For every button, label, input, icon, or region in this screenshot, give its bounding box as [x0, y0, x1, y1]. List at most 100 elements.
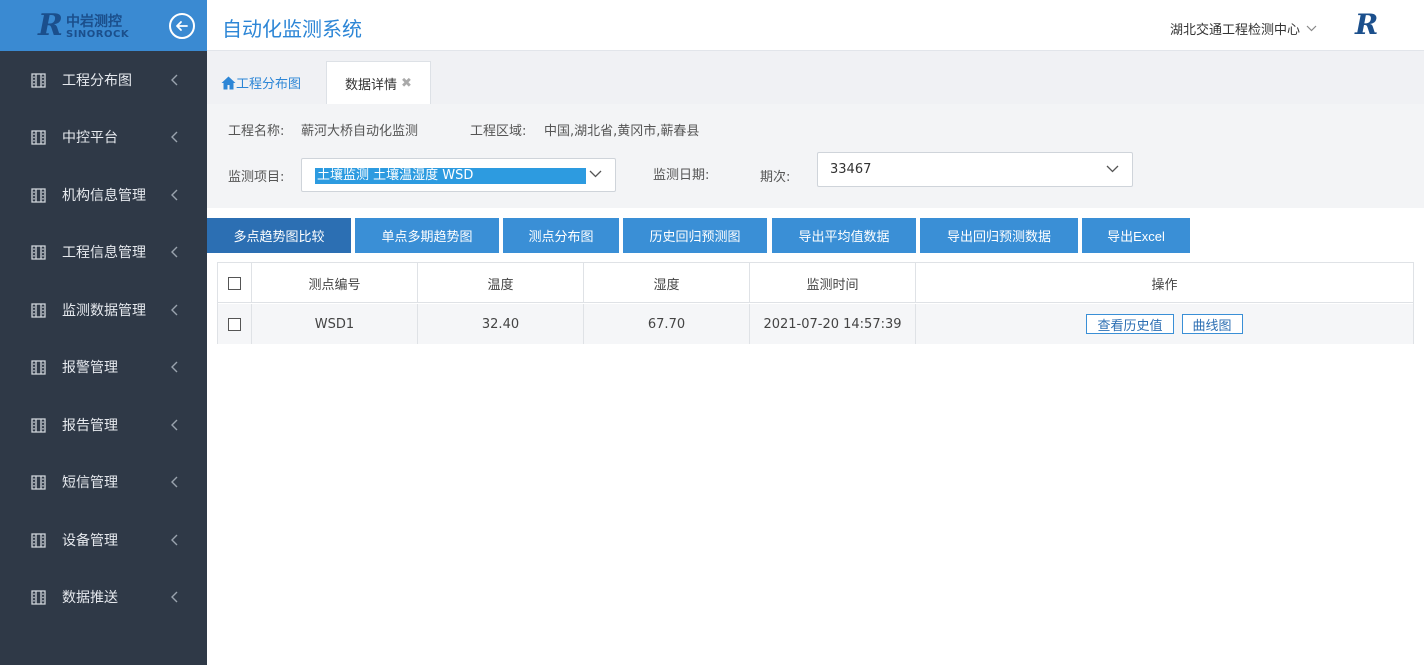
single-point-trend-button[interactable]: 单点多期趋势图 — [355, 218, 499, 253]
arrow-left-icon — [176, 21, 188, 31]
grid-icon — [31, 245, 46, 260]
chevron-down-icon — [1106, 165, 1119, 172]
tab-label: 工程分布图 — [236, 77, 302, 92]
home-icon — [221, 76, 236, 89]
chevron-left-icon — [171, 131, 178, 143]
chevron-left-icon — [171, 476, 178, 488]
sidebar-item-sms[interactable]: 短信管理 — [0, 454, 207, 512]
history-regression-button[interactable]: 历史回归预测图 — [623, 218, 767, 253]
grid-icon — [31, 188, 46, 203]
sidebar-item-label: 报告管理 — [62, 417, 118, 434]
chevron-left-icon — [171, 361, 178, 373]
select-all-checkbox[interactable] — [228, 276, 241, 290]
app-title: 自动化监测系统 — [222, 17, 362, 41]
period-select[interactable]: 33467 — [817, 152, 1133, 187]
sidebar-item-control-platform[interactable]: 中控平台 — [0, 109, 207, 167]
cell-humidity: 67.70 — [584, 304, 750, 344]
sidebar: R 中岩测控 SINOROCK 工程分布图 中控平台 机构信息管理 工程信息管理… — [0, 0, 207, 665]
org-dropdown[interactable]: 湖北交通工程检测中心 — [1170, 19, 1317, 38]
chevron-left-icon — [171, 304, 178, 316]
export-regression-button[interactable]: 导出回归预测数据 — [920, 218, 1078, 253]
sidebar-item-label: 报警管理 — [62, 360, 118, 377]
project-area-value: 中国,湖北省,黄冈市,蕲春县 — [544, 124, 700, 139]
export-average-button[interactable]: 导出平均值数据 — [772, 218, 916, 253]
grid-icon — [31, 73, 46, 88]
data-table: 测点编号 温度 湿度 监测时间 操作 WSD1 32.40 67.70 2021… — [217, 262, 1414, 344]
brand-logo: R 中岩测控 SINOROCK — [38, 8, 129, 43]
project-area-label: 工程区域: — [470, 124, 527, 139]
tab-bar: 工程分布图 数据详情 ✖ — [207, 51, 1424, 104]
chevron-down-icon — [1306, 25, 1317, 32]
tab-data-detail[interactable]: 数据详情 ✖ — [326, 61, 431, 104]
sidebar-item-data-push[interactable]: 数据推送 — [0, 569, 207, 627]
header-brand-logo: R — [1355, 8, 1379, 41]
monitor-item-selected: 土壤监测 土壤温湿度 WSD — [315, 168, 586, 184]
grid-icon — [31, 418, 46, 433]
grid-icon — [31, 303, 46, 318]
multi-point-trend-button[interactable]: 多点趋势图比较 — [207, 218, 351, 253]
sidebar-item-label: 机构信息管理 — [62, 187, 146, 204]
top-header: 自动化监测系统 湖北交通工程检测中心 R — [207, 0, 1424, 51]
project-name-label: 工程名称: — [228, 124, 285, 139]
monitor-date-label: 监测日期: — [653, 168, 710, 183]
chevron-left-icon — [171, 246, 178, 258]
sidebar-item-label: 工程信息管理 — [62, 245, 146, 262]
sidebar-item-alarm[interactable]: 报警管理 — [0, 339, 207, 397]
tab-label: 数据详情 — [345, 77, 398, 93]
row-checkbox-cell — [218, 304, 252, 344]
column-header: 测点编号 — [252, 263, 418, 303]
chevron-left-icon — [171, 534, 178, 546]
chevron-left-icon — [171, 591, 178, 603]
sidebar-item-label: 数据推送 — [62, 590, 118, 607]
table-header-row: 测点编号 温度 湿度 监测时间 操作 — [218, 263, 1413, 303]
column-header: 湿度 — [584, 263, 750, 303]
grid-icon — [31, 130, 46, 145]
period-label: 期次: — [760, 170, 791, 185]
sidebar-item-project-info[interactable]: 工程信息管理 — [0, 224, 207, 282]
period-value: 33467 — [830, 162, 872, 177]
chevron-down-icon — [589, 170, 602, 178]
monitor-item-label: 监测项目: — [228, 170, 285, 185]
close-icon[interactable]: ✖ — [401, 76, 412, 91]
chevron-left-icon — [171, 74, 178, 86]
org-name: 湖北交通工程检测中心 — [1170, 23, 1301, 38]
sidebar-item-label: 监测数据管理 — [62, 302, 146, 319]
cell-time: 2021-07-20 14:57:39 — [750, 304, 916, 344]
sidebar-item-label: 中控平台 — [62, 130, 118, 147]
logo-bar: R 中岩测控 SINOROCK — [0, 0, 207, 51]
chevron-left-icon — [171, 189, 178, 201]
chevron-left-icon — [171, 419, 178, 431]
logo-mark: R — [38, 8, 63, 43]
column-header: 温度 — [418, 263, 584, 303]
column-header: 操作 — [1151, 277, 1178, 293]
collapse-sidebar-button[interactable] — [169, 13, 195, 39]
cell-temperature: 32.40 — [418, 304, 584, 344]
grid-icon — [31, 475, 46, 490]
grid-icon — [31, 533, 46, 548]
sidebar-item-label: 工程分布图 — [62, 72, 132, 89]
tab-project-map[interactable]: 工程分布图 — [221, 61, 301, 104]
row-checkbox[interactable] — [228, 317, 241, 331]
sidebar-item-org-info[interactable]: 机构信息管理 — [0, 166, 207, 224]
grid-icon — [31, 590, 46, 605]
filter-panel: 工程名称: 蕲河大桥自动化监测 工程区域: 中国,湖北省,黄冈市,蕲春县 监测项… — [207, 104, 1424, 208]
sidebar-item-monitor-data[interactable]: 监测数据管理 — [0, 281, 207, 339]
export-excel-button[interactable]: 导出Excel — [1082, 218, 1190, 253]
point-distribution-button[interactable]: 测点分布图 — [503, 218, 619, 253]
view-history-button[interactable]: 查看历史值 — [1086, 314, 1174, 334]
header-checkbox-cell — [218, 263, 252, 303]
column-header: 监测时间 — [750, 263, 916, 303]
sidebar-item-device[interactable]: 设备管理 — [0, 511, 207, 569]
curve-chart-button[interactable]: 曲线图 — [1181, 314, 1243, 334]
cell-point-id: WSD1 — [252, 304, 418, 344]
monitor-item-select[interactable]: 土壤监测 土壤温湿度 WSD — [301, 158, 616, 192]
logo-cn-text: 中岩测控 — [66, 14, 122, 30]
cell-ops: 查看历史值 曲线图 — [916, 304, 1413, 344]
sidebar-menu: 工程分布图 中控平台 机构信息管理 工程信息管理 监测数据管理 报警管理 报告管… — [0, 51, 207, 626]
sidebar-item-label: 短信管理 — [62, 475, 118, 492]
sidebar-item-label: 设备管理 — [62, 532, 118, 549]
sidebar-item-report[interactable]: 报告管理 — [0, 396, 207, 454]
project-name-value: 蕲河大桥自动化监测 — [301, 124, 419, 139]
sidebar-item-project-map[interactable]: 工程分布图 — [0, 51, 207, 109]
grid-icon — [31, 360, 46, 375]
